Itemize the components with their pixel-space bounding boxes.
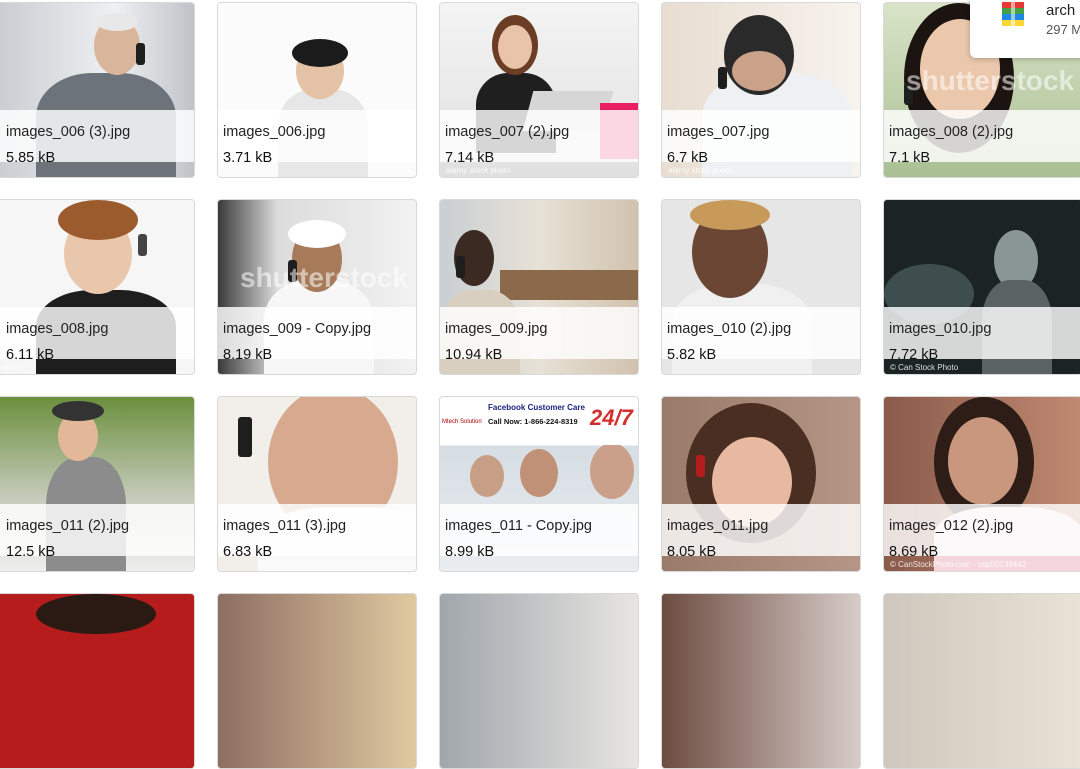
toast-file-name: arch [1046, 2, 1076, 19]
file-name: images_006.jpg [223, 124, 326, 140]
watermark-text: alamy stock photo [446, 166, 511, 175]
file-size: 5.82 kB [667, 347, 717, 363]
file-name: images_010.jpg [889, 321, 992, 337]
file-info-overlay: images_011 - Copy.jpg 8.99 kB [440, 504, 638, 560]
file-info-overlay: images_011 (3).jpg 6.83 kB [218, 504, 416, 560]
watermark-text: shutterstock [906, 65, 1075, 96]
file-size: 6.7 kB [667, 150, 709, 166]
file-tile[interactable]: images_010 (2).jpg 5.82 kB [661, 199, 861, 375]
file-info-overlay: images_011.jpg 8.05 kB [662, 504, 860, 560]
file-info-overlay: images_007 (2).jpg 7.14 kB [440, 110, 638, 166]
file-info-overlay: images_008 (2).jpg 7.1 kB [884, 110, 1080, 166]
download-toast[interactable]: arch 297 M [970, 0, 1080, 58]
file-name: images_011.jpg [667, 518, 769, 534]
watermark-text: shutterstock [240, 262, 409, 293]
file-name: images_008.jpg [6, 321, 109, 337]
file-size: 8.99 kB [445, 544, 495, 560]
image-thumbnail [440, 594, 638, 768]
file-name: images_011 (3).jpg [223, 518, 347, 534]
image-thumbnail [0, 594, 194, 768]
file-info-overlay: images_012 (2).jpg 8.69 kB [884, 504, 1080, 560]
file-name: images_007 (2).jpg [445, 124, 570, 140]
ad-badge: 24/7 [590, 405, 633, 430]
file-size: 10.94 kB [445, 347, 503, 363]
facebook-ad-banner: Facebook Customer Care Call Now: 1-866-22… [440, 397, 638, 445]
file-name: images_011 (2).jpg [6, 518, 130, 534]
file-size: 7.72 kB [889, 347, 939, 363]
file-size: 8.69 kB [889, 544, 939, 560]
image-thumbnail [884, 594, 1080, 768]
file-info-overlay: images_007.jpg 6.7 kB [662, 110, 860, 166]
file-tile[interactable] [0, 593, 195, 769]
file-tile[interactable]: © Can Stock Photo images_010.jpg 7.72 kB [883, 199, 1080, 375]
file-tile[interactable]: images_006.jpg 3.71 kB [217, 2, 417, 178]
file-tile[interactable]: images_006 (3).jpg 5.85 kB [0, 2, 195, 178]
file-tile[interactable] [883, 593, 1080, 769]
file-name: images_007.jpg [667, 124, 770, 140]
file-info-overlay: images_009 - Copy.jpg 8.19 kB [218, 307, 416, 363]
file-size: 6.11 kB [6, 347, 55, 363]
file-info-overlay: images_006.jpg 3.71 kB [218, 110, 416, 166]
file-size: 7.1 kB [889, 150, 931, 166]
watermark-text: alamy stock photo [668, 166, 733, 175]
file-tile[interactable]: alamy stock photo images_007.jpg 6.7 kB [661, 2, 861, 178]
file-tile[interactable]: alamy images_008.jpg 6.11 kB [0, 199, 195, 375]
file-info-overlay: images_008.jpg 6.11 kB [0, 307, 194, 363]
file-info-overlay: images_010 (2).jpg 5.82 kB [662, 307, 860, 363]
file-size: 12.5 kB [6, 544, 56, 560]
ad-title: Facebook Customer Care [488, 403, 585, 412]
file-tile[interactable]: images_009.jpg 10.94 kB [439, 199, 639, 375]
watermark-text: alamy [2, 363, 24, 372]
image-thumbnail [218, 594, 416, 768]
image-thumbnail [662, 594, 860, 768]
file-size: 6.83 kB [223, 544, 273, 560]
ad-phone: Call Now: 1-866-224-8319 [488, 417, 578, 426]
file-name: images_011 - Copy.jpg [445, 518, 592, 534]
archive-icon [1002, 2, 1024, 26]
file-tile[interactable]: shutterstock images_009 - Copy.jpg 8.19 kB [217, 199, 417, 375]
file-size: 8.19 kB [223, 347, 273, 363]
watermark-text: © CanStockPhoto.com - csp50139442 [890, 560, 1027, 569]
file-info-overlay: images_011 (2).jpg 12.5 kB [0, 504, 194, 560]
file-grid: images_006 (3).jpg 5.85 kB images_006.jpg… [0, 0, 1080, 769]
file-tile[interactable]: images_011 (2).jpg 12.5 kB [0, 396, 195, 572]
toast-file-size: 297 M [1046, 22, 1080, 37]
file-tile[interactable] [661, 593, 861, 769]
file-tile[interactable]: images_011 (3).jpg 6.83 kB [217, 396, 417, 572]
ad-brand: Mtech Solution [442, 419, 482, 425]
file-name: images_010 (2).jpg [667, 321, 792, 337]
file-name: images_008 (2).jpg [889, 124, 1014, 140]
file-tile[interactable]: images_011.jpg 8.05 kB [661, 396, 861, 572]
file-info-overlay: images_010.jpg 7.72 kB [884, 307, 1080, 363]
file-size: 8.05 kB [667, 544, 717, 560]
file-size: 7.14 kB [445, 150, 495, 166]
file-tile[interactable]: alamy stock photo images_007 (2).jpg 7.14 … [439, 2, 639, 178]
file-size: 5.85 kB [6, 150, 56, 166]
file-name: images_006 (3).jpg [6, 124, 131, 140]
file-info-overlay: images_009.jpg 10.94 kB [440, 307, 638, 363]
file-tile[interactable] [439, 593, 639, 769]
file-tile[interactable] [217, 593, 417, 769]
file-tile[interactable]: Facebook Customer Care Call Now: 1-866-22… [439, 396, 639, 572]
file-size: 3.71 kB [223, 150, 273, 166]
file-name: images_009.jpg [445, 321, 548, 337]
watermark-text: © Can Stock Photo [890, 363, 959, 372]
file-tile[interactable]: © CanStockPhoto.com - csp50139442 images_… [883, 396, 1080, 572]
file-name: images_009 - Copy.jpg [223, 321, 372, 337]
file-name: images_012 (2).jpg [889, 518, 1014, 534]
file-info-overlay: images_006 (3).jpg 5.85 kB [0, 110, 194, 166]
